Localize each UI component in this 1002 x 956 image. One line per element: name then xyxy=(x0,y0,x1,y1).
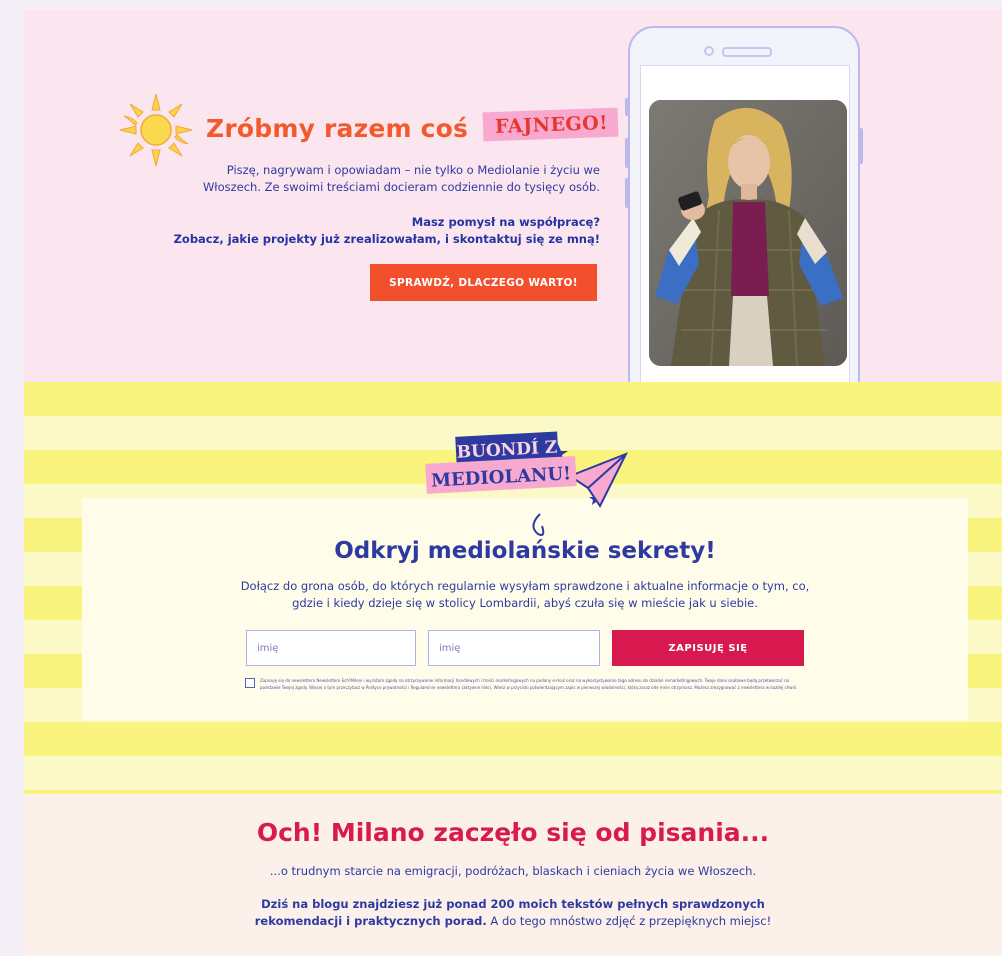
hero-title: Zróbmy razem coś xyxy=(206,114,469,143)
hero-cta-line2: Zobacz, jakie projekty już zrealizowałam… xyxy=(173,232,600,246)
about-body: Dziś na blogu znajdziesz już ponad 200 m… xyxy=(224,896,802,930)
first-name-input[interactable]: imię xyxy=(246,630,416,666)
sun-icon xyxy=(119,93,193,167)
newsletter-description-line1: Dołącz do grona osób, do których regular… xyxy=(240,579,810,593)
hero-cta-text: Masz pomysł na współpracę? Zobacz, jakie… xyxy=(144,214,600,248)
speaker-icon xyxy=(722,47,772,57)
phone-screen xyxy=(640,65,850,387)
newsletter-logo: BUONDÍ Z MEDIOLANU! xyxy=(425,431,629,536)
newsletter-section: Odkryj mediolańskie sekrety! Dołącz do g… xyxy=(24,382,1002,794)
hero-intro-line2: Włoszech. Ze swoimi treściami docieram c… xyxy=(202,180,600,194)
profile-photo xyxy=(649,100,847,366)
newsletter-description-line2: gdzie i kiedy dzieje się w stolicy Lomba… xyxy=(292,596,758,610)
email-input[interactable]: imię xyxy=(428,630,600,666)
newsletter-description: Dołącz do grona osób, do których regular… xyxy=(202,578,848,612)
camera-icon xyxy=(704,46,714,56)
hero-intro-line1: Piszę, nagrywam i opowiadam – nie tylko … xyxy=(226,163,600,177)
about-title: Och! Milano zaczęło się od pisania... xyxy=(256,818,770,847)
page-frame: Zróbmy razem coś FAJNEGO! Piszę, nagrywa… xyxy=(24,10,1002,956)
hero-badge: FAJNEGO! xyxy=(482,107,619,142)
hero-section: Zróbmy razem coś FAJNEGO! Piszę, nagrywa… xyxy=(24,10,1002,406)
check-why-button[interactable]: SPRAWDŹ, DLACZEGO WARTO! xyxy=(370,264,597,301)
about-subtitle: ...o trudnym starcie na emigracji, podró… xyxy=(269,864,757,878)
consent-text: Zapisuję się do newslettera Newslettero … xyxy=(260,678,798,690)
about-body-bold2: rekomendacji i praktycznych porad. xyxy=(254,914,487,928)
about-body-regular: A do tego mnóstwo zdjęć z przepięknych m… xyxy=(486,914,772,928)
newsletter-title: Odkryj mediolańskie sekrety! xyxy=(334,538,716,564)
hero-intro: Piszę, nagrywam i opowiadam – nie tylko … xyxy=(144,162,600,196)
hero-cta-line1: Masz pomysł na współpracę? xyxy=(411,215,600,229)
subscribe-button[interactable]: ZAPISUJĘ SIĘ xyxy=(612,630,804,666)
phone-mockup xyxy=(625,26,863,406)
about-body-bold1: Dziś na blogu znajdziesz już ponad 200 m… xyxy=(261,897,765,911)
consent-checkbox[interactable] xyxy=(245,678,255,688)
about-section: Och! Milano zaczęło się od pisania... ..… xyxy=(24,794,1002,956)
